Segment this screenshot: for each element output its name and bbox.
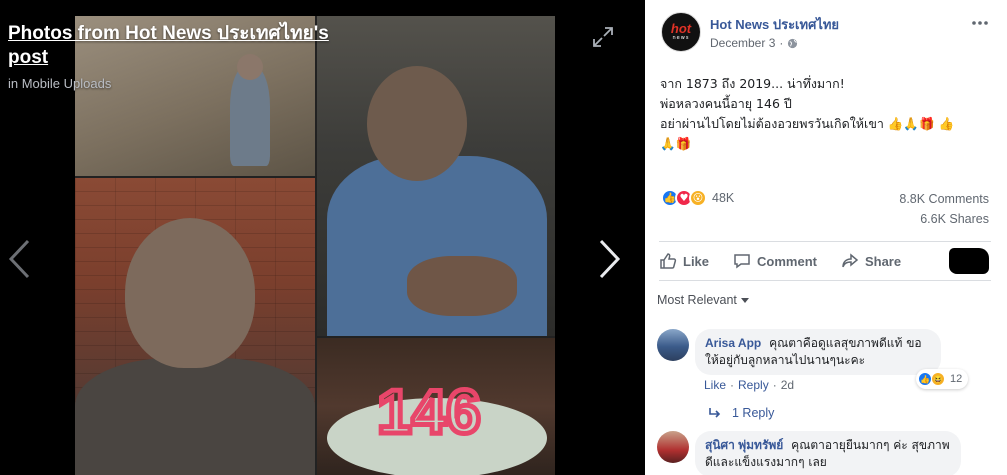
avatar-logo-text: hot [670,21,692,36]
haha-reaction-icon: 😆 [931,372,945,386]
comment-meta: Like · Reply · 2d [704,378,794,392]
reply-arrow-icon [709,408,721,418]
viewer-subtitle[interactable]: in Mobile Uploads [8,76,111,91]
comment-button-label: Comment [757,253,817,269]
comment-item: สุนิศา พุ่มทรัพย์ คุณตาอายุยืนมากๆ ค่ะ ส… [657,431,997,475]
closeup-face [125,218,255,368]
action-bar: Like Comment Share [659,244,991,278]
meta-separator: · [772,378,777,392]
post-panel: hot news Hot News ประเทศไทย December 3 ·… [645,0,1007,475]
commenter-avatar[interactable] [657,329,689,361]
closeup-shoulders [75,358,315,475]
thumbs-up-icon [660,253,677,269]
comment-reaction-count: 12 [950,373,963,385]
post-date[interactable]: December 3 [710,36,775,50]
globe-icon [788,38,798,48]
like-button[interactable]: Like [659,252,709,270]
view-replies-label: 1 Reply [732,406,775,420]
share-icon [842,253,859,268]
like-button-label: Like [683,253,710,269]
chevron-left-icon[interactable] [6,238,32,280]
more-options-icon[interactable] [971,14,989,32]
comment-icon [734,254,750,269]
share-button-label: Share [864,253,902,269]
post-meta: December 3 · [710,36,798,50]
share-button[interactable]: Share [841,252,901,270]
seated-man-hand [407,256,517,316]
divider [659,280,991,281]
photo-collage[interactable]: 146 [75,16,555,475]
photo-tile-cake: 146 [317,338,555,475]
view-replies-link[interactable]: 1 Reply [708,406,774,420]
photo-tile-seated-man [317,16,555,336]
comments-count-link[interactable]: 8.8K Comments [899,192,989,206]
photo-viewer: 146 Photos from Hot News ประเทศไทย's pos… [0,0,645,475]
redacted-blob [949,248,989,274]
commenter-avatar[interactable] [657,431,689,463]
post-text-line: 🙏🎁 [660,136,692,151]
comment-bubble: สุนิศา พุ่มทรัพย์ คุณตาอายุยืนมากๆ ค่ะ ส… [695,431,961,475]
like-reaction-icon: 👍 [918,372,932,386]
page-avatar[interactable]: hot news [661,12,701,52]
comment-sort-dropdown[interactable]: Most Relevant [657,293,749,307]
cake-number-text: 146 [377,378,480,447]
walking-man-figure [230,66,270,166]
cake-candles: 146 [375,376,483,450]
comment-bubble: Arisa App คุณตาคือดูแลสุขภาพดีแท้ ขอให้อ… [695,329,941,375]
comment-sort-label: Most Relevant [657,293,737,307]
photo-tile-closeup [75,178,315,475]
shares-count-link[interactable]: 6.6K Shares [920,212,989,226]
wow-reaction-icon: 😮 [689,189,707,207]
post-text-line: อย่าผ่านไปโดยไม่ต้องอวยพรวันเกิดให้เขา 👍… [660,116,955,131]
reaction-summary[interactable]: 👍 ♥ 😮 48K [661,189,734,207]
meta-separator: · [730,378,735,392]
avatar-logo-subtext: news [672,35,690,41]
post-text-line: พ่อหลวงคนนี้อายุ 146 ปี [660,96,792,111]
comment-reply-link[interactable]: Reply [738,378,769,392]
divider [659,241,991,242]
comment-button[interactable]: Comment [733,252,817,270]
viewer-title[interactable]: Photos from Hot News ประเทศไทย's post [8,22,348,70]
post-text: จาก 1873 ถึง 2019... น่าทึ่งมาก! พ่อหลวง… [660,74,995,154]
comment-item: Arisa App คุณตาคือดูแลสุขภาพดีแท้ ขอให้อ… [657,329,997,399]
seated-man-head [367,66,467,181]
meta-separator: · [779,36,784,50]
expand-icon[interactable] [592,26,614,48]
page-name-link[interactable]: Hot News ประเทศไทย [710,14,839,35]
comment-reactions[interactable]: 👍 😆 12 [916,369,969,389]
reaction-count: 48K [712,191,735,205]
chevron-right-icon[interactable] [597,238,623,280]
comment-author[interactable]: สุนิศา พุ่มทรัพย์ [705,438,783,452]
caret-down-icon [740,297,749,303]
comment-like-link[interactable]: Like [704,378,726,392]
comment-time[interactable]: 2d [781,378,794,392]
post-text-line: จาก 1873 ถึง 2019... น่าทึ่งมาก! [660,76,845,91]
comment-author[interactable]: Arisa App [705,336,761,350]
